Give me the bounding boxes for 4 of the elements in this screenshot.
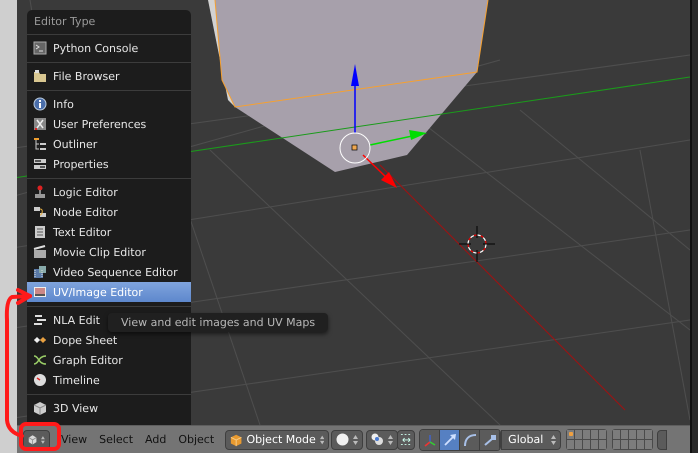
menu-title: Editor Type: [33, 14, 96, 30]
orientation-label: Global: [507, 433, 544, 446]
tooltip: View and edit images and UV Maps: [108, 313, 328, 332]
mode-label: Object Mode: [246, 433, 316, 446]
